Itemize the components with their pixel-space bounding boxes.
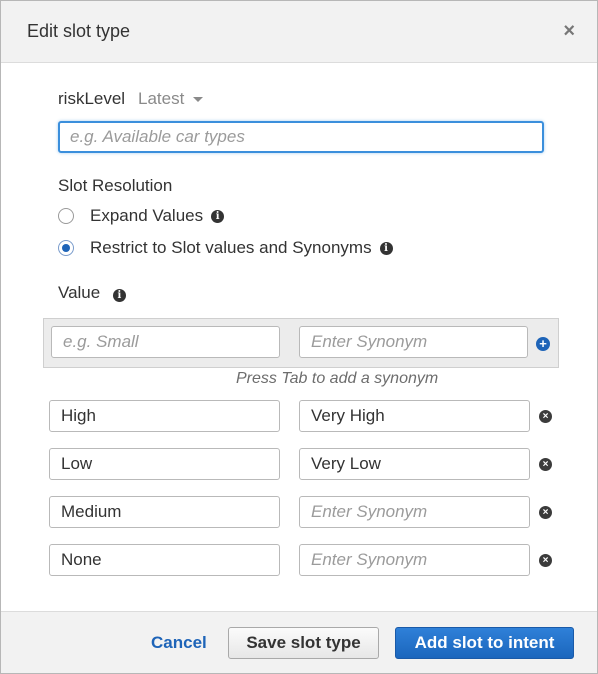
synonym-input-high[interactable] xyxy=(299,400,530,432)
value-input-medium[interactable] xyxy=(49,496,280,528)
add-slot-to-intent-button[interactable]: Add slot to intent xyxy=(395,627,574,659)
synonym-input-none[interactable] xyxy=(299,544,530,576)
info-icon[interactable]: i xyxy=(211,209,225,223)
slot-type-name: riskLevel xyxy=(58,89,126,108)
remove-circle-icon[interactable]: × xyxy=(539,506,552,519)
value-label: Value i xyxy=(58,283,126,303)
plus-circle-icon[interactable]: + xyxy=(536,337,550,351)
synonym-hint: Press Tab to add a synonym xyxy=(236,370,439,387)
save-slot-type-button[interactable]: Save slot type xyxy=(228,627,379,659)
edit-slot-type-dialog: Edit slot type × riskLevel Latest Slot R… xyxy=(0,0,598,674)
close-icon[interactable]: × xyxy=(563,21,575,41)
dialog-title: Edit slot type xyxy=(27,21,131,41)
synonym-input-low[interactable] xyxy=(299,448,530,480)
remove-circle-icon[interactable]: × xyxy=(539,410,552,423)
remove-circle-icon[interactable]: × xyxy=(539,458,552,471)
synonym-input-medium[interactable] xyxy=(299,496,530,528)
version-dropdown[interactable]: Latest xyxy=(138,89,184,109)
cancel-button[interactable]: Cancel xyxy=(151,633,207,653)
value-label-text: Value xyxy=(58,283,101,302)
info-icon[interactable]: i xyxy=(112,289,126,302)
new-synonym-input[interactable] xyxy=(299,326,528,358)
radio-restrict-values[interactable]: Restrict to Slot values and Synonyms i xyxy=(58,237,393,259)
radio-label: Expand Values xyxy=(90,206,204,225)
new-value-input[interactable] xyxy=(51,326,280,358)
radio-button[interactable] xyxy=(58,208,74,224)
radio-button-selected[interactable] xyxy=(58,240,74,256)
caret-down-icon[interactable] xyxy=(193,97,203,102)
info-icon[interactable]: i xyxy=(379,241,393,255)
description-input[interactable] xyxy=(58,121,544,153)
radio-expand-values[interactable]: Expand Values i xyxy=(58,205,225,227)
dialog-header: Edit slot type × xyxy=(1,1,597,63)
value-input-high[interactable] xyxy=(49,400,280,432)
value-input-low[interactable] xyxy=(49,448,280,480)
radio-label: Restrict to Slot values and Synonyms xyxy=(90,238,372,257)
value-input-none[interactable] xyxy=(49,544,280,576)
remove-circle-icon[interactable]: × xyxy=(539,554,552,567)
slot-resolution-label: Slot Resolution xyxy=(58,176,173,195)
